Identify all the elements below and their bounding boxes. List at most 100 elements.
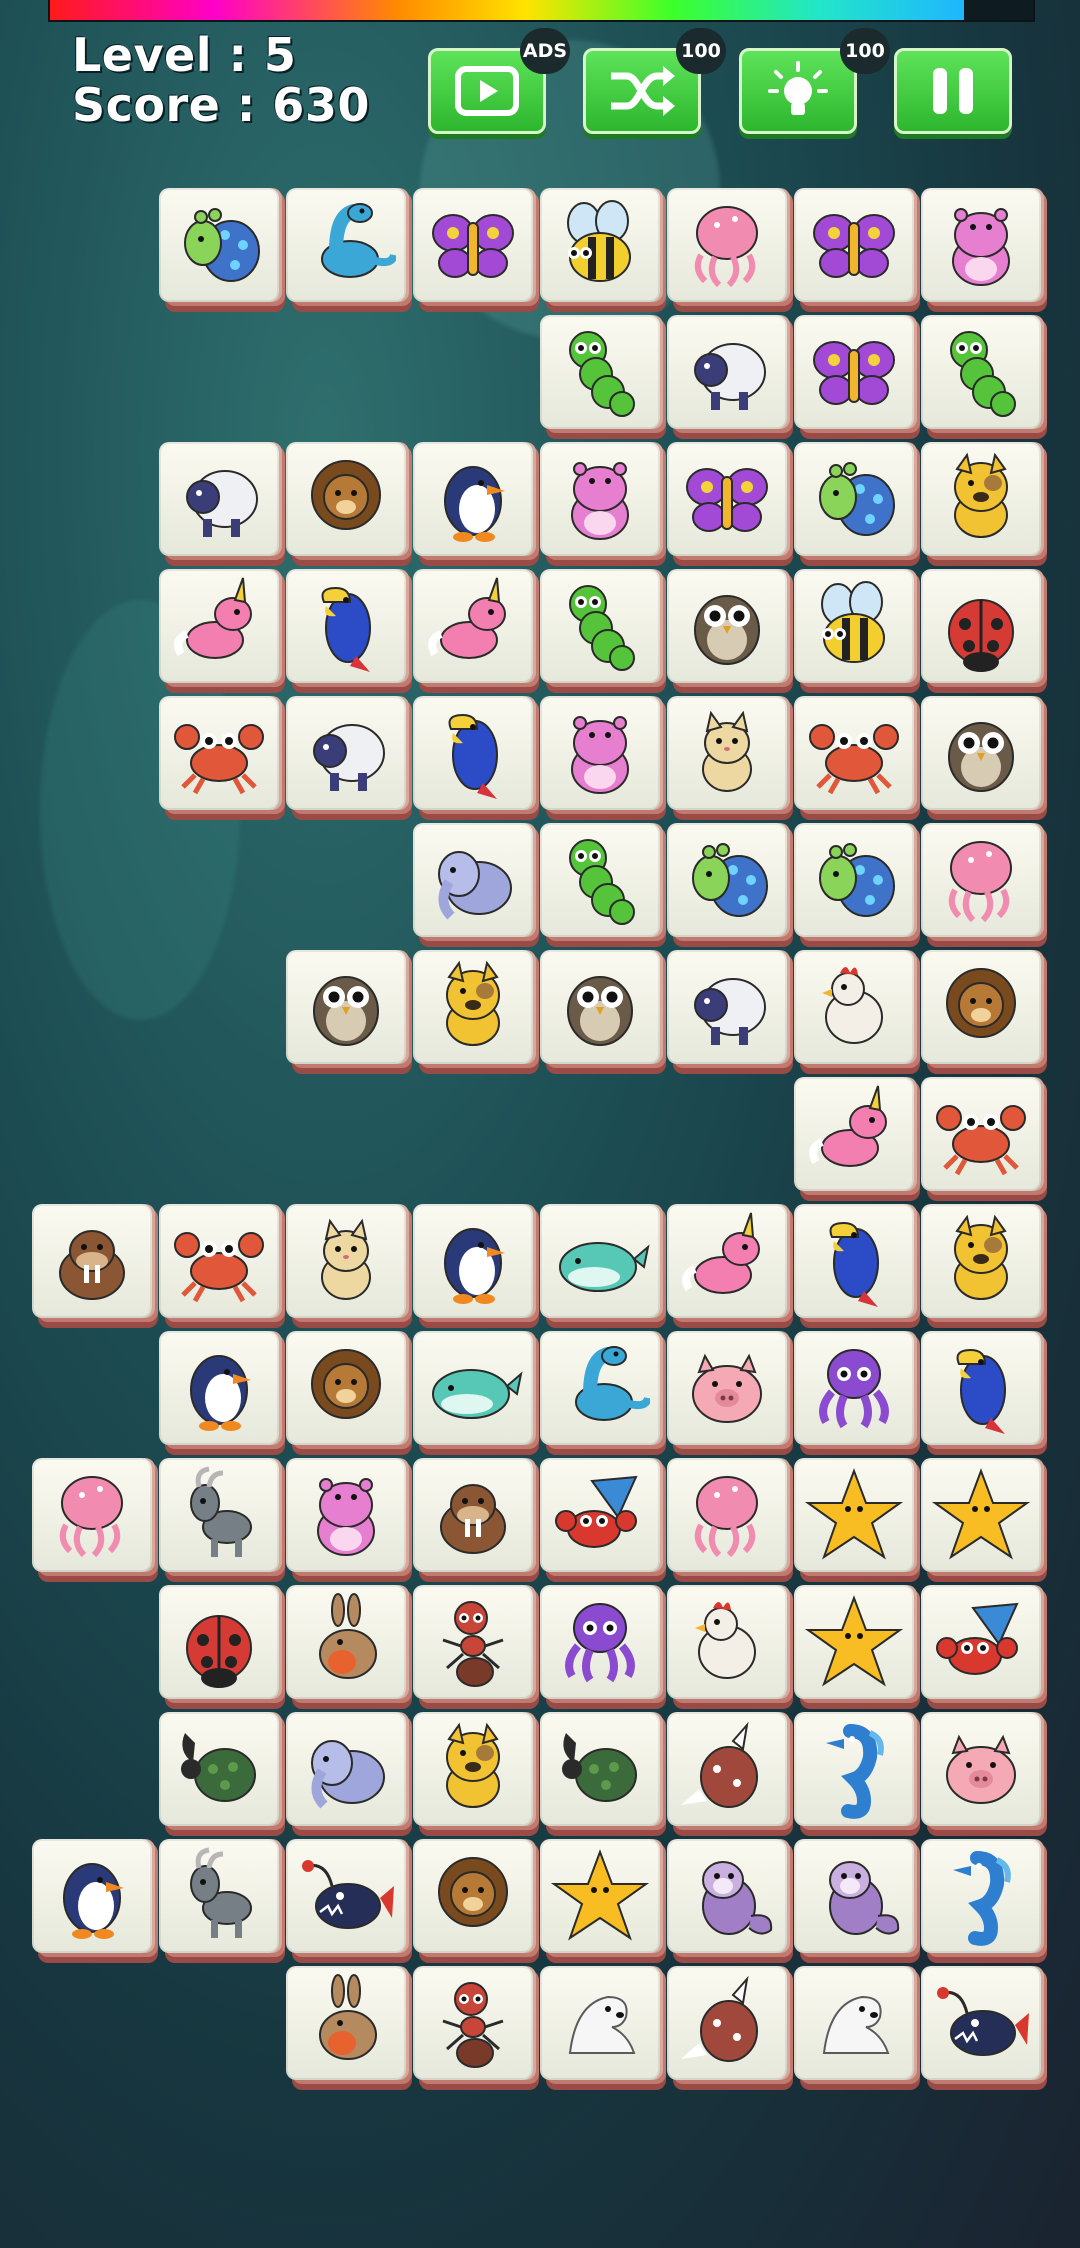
tile-owl[interactable] (667, 569, 787, 683)
tile-elephant[interactable] (413, 823, 533, 937)
tile-beaver[interactable] (667, 1839, 787, 1953)
tile-sheep[interactable] (667, 950, 787, 1064)
tile-peacock[interactable] (794, 442, 914, 556)
tile-walrusred[interactable] (667, 1966, 787, 2080)
tile-unicorn[interactable] (794, 1077, 914, 1191)
tile-parrot[interactable] (794, 1204, 914, 1318)
tile-ant[interactable] (413, 1585, 533, 1699)
tile-crab[interactable] (159, 696, 279, 810)
tile-unicorn[interactable] (159, 569, 279, 683)
tile-elephant[interactable] (286, 1712, 406, 1826)
tile-chicken[interactable] (794, 950, 914, 1064)
tile-octopus[interactable] (540, 1585, 660, 1699)
tile-penguin[interactable] (413, 1204, 533, 1318)
tile-caterpillar[interactable] (921, 315, 1041, 429)
tile-dog[interactable] (921, 1204, 1041, 1318)
tile-seal[interactable] (540, 1966, 660, 2080)
tile-lion[interactable] (921, 950, 1041, 1064)
tile-crab[interactable] (794, 696, 914, 810)
tile-owl[interactable] (540, 950, 660, 1064)
tile-jelly[interactable] (667, 1458, 787, 1572)
tile-bee[interactable] (794, 569, 914, 683)
tile-angler[interactable] (921, 1966, 1041, 2080)
tile-penguin[interactable] (159, 1331, 279, 1445)
tile-caterpillar[interactable] (540, 823, 660, 937)
tile-hippo[interactable] (286, 1458, 406, 1572)
tile-lion[interactable] (286, 1331, 406, 1445)
tile-ladybug[interactable] (921, 569, 1041, 683)
tile-walrusred[interactable] (667, 1712, 787, 1826)
tile-sheep[interactable] (667, 315, 787, 429)
chicken-icon (695, 1602, 756, 1679)
tile-dog[interactable] (921, 442, 1041, 556)
tile-jelly[interactable] (667, 188, 787, 302)
tile-seahorse[interactable] (921, 1839, 1041, 1953)
tile-jelly[interactable] (921, 823, 1041, 937)
tile-hippo[interactable] (540, 696, 660, 810)
tile-owl[interactable] (921, 696, 1041, 810)
tile-octopus[interactable] (794, 1331, 914, 1445)
tile-hippo[interactable] (921, 188, 1041, 302)
tile-walrus[interactable] (32, 1204, 152, 1318)
tile-starfish[interactable] (540, 1839, 660, 1953)
tile-dino[interactable] (286, 188, 406, 302)
tile-bee[interactable] (540, 188, 660, 302)
tile-walrus[interactable] (413, 1458, 533, 1572)
tile-pig[interactable] (921, 1712, 1041, 1826)
tile-butterfly[interactable] (667, 442, 787, 556)
tile-starfish[interactable] (794, 1458, 914, 1572)
tile-rabbit[interactable] (286, 1585, 406, 1699)
tile-starfish[interactable] (921, 1458, 1041, 1572)
hint-button[interactable] (739, 48, 857, 134)
tile-pig[interactable] (667, 1331, 787, 1445)
tile-unicorn[interactable] (413, 569, 533, 683)
tile-dog[interactable] (413, 1712, 533, 1826)
tile-peacock[interactable] (159, 188, 279, 302)
tile-butterfly[interactable] (794, 188, 914, 302)
tile-butterfly[interactable] (794, 315, 914, 429)
tile-sheep[interactable] (159, 442, 279, 556)
tile-dino[interactable] (540, 1331, 660, 1445)
tile-ant[interactable] (413, 1966, 533, 2080)
tile-lion[interactable] (286, 442, 406, 556)
tile-unicorn[interactable] (667, 1204, 787, 1318)
tile-whale[interactable] (413, 1331, 533, 1445)
tile-hippo[interactable] (540, 442, 660, 556)
tile-cat[interactable] (286, 1204, 406, 1318)
tile-jelly[interactable] (32, 1458, 152, 1572)
tile-sheep[interactable] (286, 696, 406, 810)
tile-beetle[interactable] (159, 1712, 279, 1826)
tile-parrot[interactable] (921, 1331, 1041, 1445)
tile-parrot[interactable] (413, 696, 533, 810)
tile-hermit[interactable] (921, 1585, 1041, 1699)
tile-crab[interactable] (921, 1077, 1041, 1191)
tile-seahorse[interactable] (794, 1712, 914, 1826)
tile-cat[interactable] (667, 696, 787, 810)
tile-peacock[interactable] (667, 823, 787, 937)
tile-angler[interactable] (286, 1839, 406, 1953)
tile-penguin[interactable] (32, 1839, 152, 1953)
tile-whale[interactable] (540, 1204, 660, 1318)
tile-goat[interactable] (159, 1839, 279, 1953)
tile-hermit[interactable] (540, 1458, 660, 1572)
tile-parrot[interactable] (286, 569, 406, 683)
tile-caterpillar[interactable] (540, 315, 660, 429)
tile-butterfly[interactable] (413, 188, 533, 302)
tile-goat[interactable] (159, 1458, 279, 1572)
tile-seal[interactable] (794, 1966, 914, 2080)
butterfly-icon (813, 341, 895, 405)
pause-button[interactable] (894, 48, 1012, 134)
tile-starfish[interactable] (794, 1585, 914, 1699)
tile-peacock[interactable] (794, 823, 914, 937)
tile-owl[interactable] (286, 950, 406, 1064)
tile-lion[interactable] (413, 1839, 533, 1953)
tile-chicken[interactable] (667, 1585, 787, 1699)
tile-caterpillar[interactable] (540, 569, 660, 683)
tile-ladybug[interactable] (159, 1585, 279, 1699)
tile-rabbit[interactable] (286, 1966, 406, 2080)
tile-beaver[interactable] (794, 1839, 914, 1953)
tile-dog[interactable] (413, 950, 533, 1064)
tile-crab[interactable] (159, 1204, 279, 1318)
tile-penguin[interactable] (413, 442, 533, 556)
tile-beetle[interactable] (540, 1712, 660, 1826)
